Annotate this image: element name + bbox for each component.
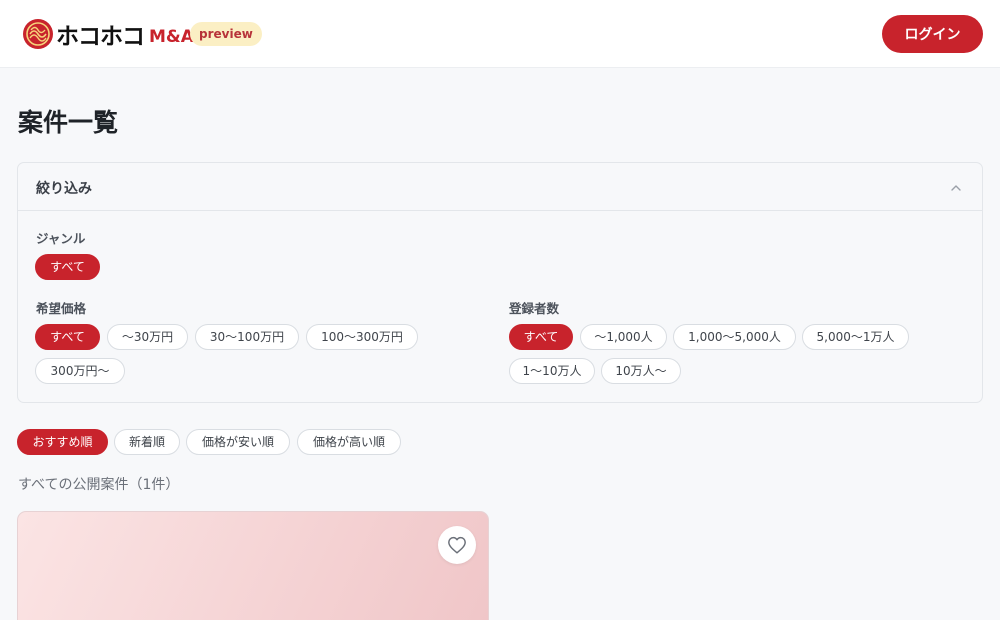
- filter-panel-header[interactable]: 絞り込み: [18, 163, 982, 211]
- site-header: ホコホコ M&A preview ログイン: [0, 0, 1000, 68]
- logo-suffix: M&A: [149, 27, 194, 47]
- filter-title: 絞り込み: [36, 181, 92, 197]
- price-chip-all[interactable]: すべて: [35, 324, 100, 350]
- registrants-chip-over-100000[interactable]: 10万人〜: [601, 358, 681, 384]
- site-logo[interactable]: ホコホコ M&A: [22, 17, 194, 51]
- registrants-chip-under-1000[interactable]: 〜1,000人: [580, 324, 667, 350]
- sort-chip-price-high[interactable]: 価格が高い順: [297, 429, 401, 455]
- price-chip-100-300[interactable]: 100〜300万円: [306, 324, 418, 350]
- price-chip-over-300[interactable]: 300万円〜: [35, 358, 125, 384]
- price-chip-under-30[interactable]: 〜30万円: [107, 324, 188, 350]
- genre-label: ジャンル: [36, 231, 86, 246]
- registrants-chip-5000-10000[interactable]: 5,000〜1万人: [802, 324, 909, 350]
- sort-chip-price-low[interactable]: 価格が安い順: [186, 429, 290, 455]
- chevron-up-icon[interactable]: [950, 182, 962, 194]
- sort-chip-recommended[interactable]: おすすめ順: [17, 429, 108, 455]
- registrants-chip-1000-5000[interactable]: 1,000〜5,000人: [673, 324, 796, 350]
- preview-badge: preview: [190, 22, 262, 46]
- registrants-chip-all[interactable]: すべて: [509, 324, 573, 350]
- sort-chip-newest[interactable]: 新着順: [114, 429, 180, 455]
- favorite-button[interactable]: [438, 526, 476, 564]
- logo-mark-icon: [23, 19, 53, 49]
- genre-chip-all[interactable]: すべて: [35, 254, 100, 280]
- results-count: すべての公開案件（1件）: [18, 477, 180, 493]
- registrants-chip-10000-100000[interactable]: 1〜10万人: [509, 358, 595, 384]
- logo-text: ホコホコ: [56, 24, 145, 50]
- listing-card[interactable]: [17, 511, 489, 620]
- price-label: 希望価格: [36, 301, 87, 316]
- heart-icon: [448, 536, 466, 554]
- price-chip-30-100[interactable]: 30〜100万円: [195, 324, 299, 350]
- registrants-label: 登録者数: [509, 301, 560, 316]
- login-button[interactable]: ログイン: [882, 15, 983, 53]
- filter-panel: 絞り込み ジャンル すべて 希望価格 すべて 〜30万円 30〜100万円 10…: [17, 162, 983, 403]
- page-title: 案件一覧: [18, 108, 119, 137]
